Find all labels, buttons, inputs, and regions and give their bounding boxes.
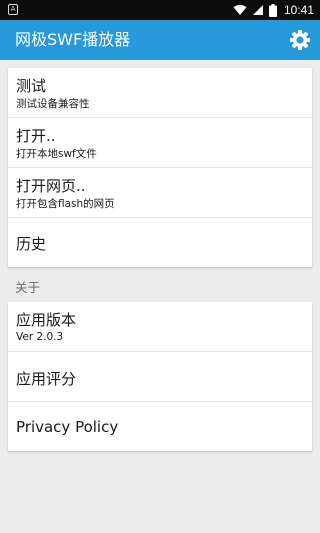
menu-item-title: 测试: [16, 77, 47, 95]
menu-item-subtitle: 打开本地swf文件: [16, 148, 97, 160]
status-bar: A 10:41: [0, 0, 320, 20]
menu-item-title: 历史: [16, 235, 47, 253]
gear-icon[interactable]: [288, 28, 312, 52]
notification-icon: A: [8, 4, 18, 15]
menu-item-rate-app[interactable]: 应用评分: [8, 352, 312, 402]
menu-item-title: 应用评分: [16, 370, 77, 388]
menu-item-open-web[interactable]: 打开网页.. 打开包含flash的网页: [8, 168, 312, 218]
menu-item-test[interactable]: 测试 测试设备兼容性: [8, 68, 312, 118]
app-bar: 网极SWF播放器: [0, 20, 320, 60]
about-card: 应用版本 Ver 2.0.3 应用评分 Privacy Policy: [8, 302, 312, 451]
status-icons: 10:41: [233, 0, 314, 20]
menu-item-title: Privacy Policy: [16, 418, 119, 436]
menu-item-subtitle: 打开包含flash的网页: [16, 198, 115, 210]
menu-item-history[interactable]: 历史: [8, 218, 312, 267]
clock: 10:41: [283, 3, 314, 17]
section-label-about: 关于: [15, 280, 41, 295]
menu-item-privacy-policy[interactable]: Privacy Policy: [8, 402, 312, 451]
app-version-value: Ver 2.0.3: [16, 331, 64, 343]
menu-item-open[interactable]: 打开.. 打开本地swf文件: [8, 118, 312, 168]
main-menu-card: 测试 测试设备兼容性 打开.. 打开本地swf文件 打开网页.. 打开包含fla…: [8, 68, 312, 267]
wifi-icon: [233, 4, 247, 15]
signal-icon: [252, 5, 263, 15]
menu-item-title: 打开..: [16, 127, 56, 145]
menu-item-app-version[interactable]: 应用版本 Ver 2.0.3: [8, 302, 312, 352]
menu-item-title: 应用版本: [16, 311, 77, 329]
app-title: 网极SWF播放器: [15, 30, 131, 49]
menu-item-subtitle: 测试设备兼容性: [16, 98, 90, 110]
menu-item-title: 打开网页..: [16, 177, 86, 195]
battery-icon: [268, 3, 277, 17]
